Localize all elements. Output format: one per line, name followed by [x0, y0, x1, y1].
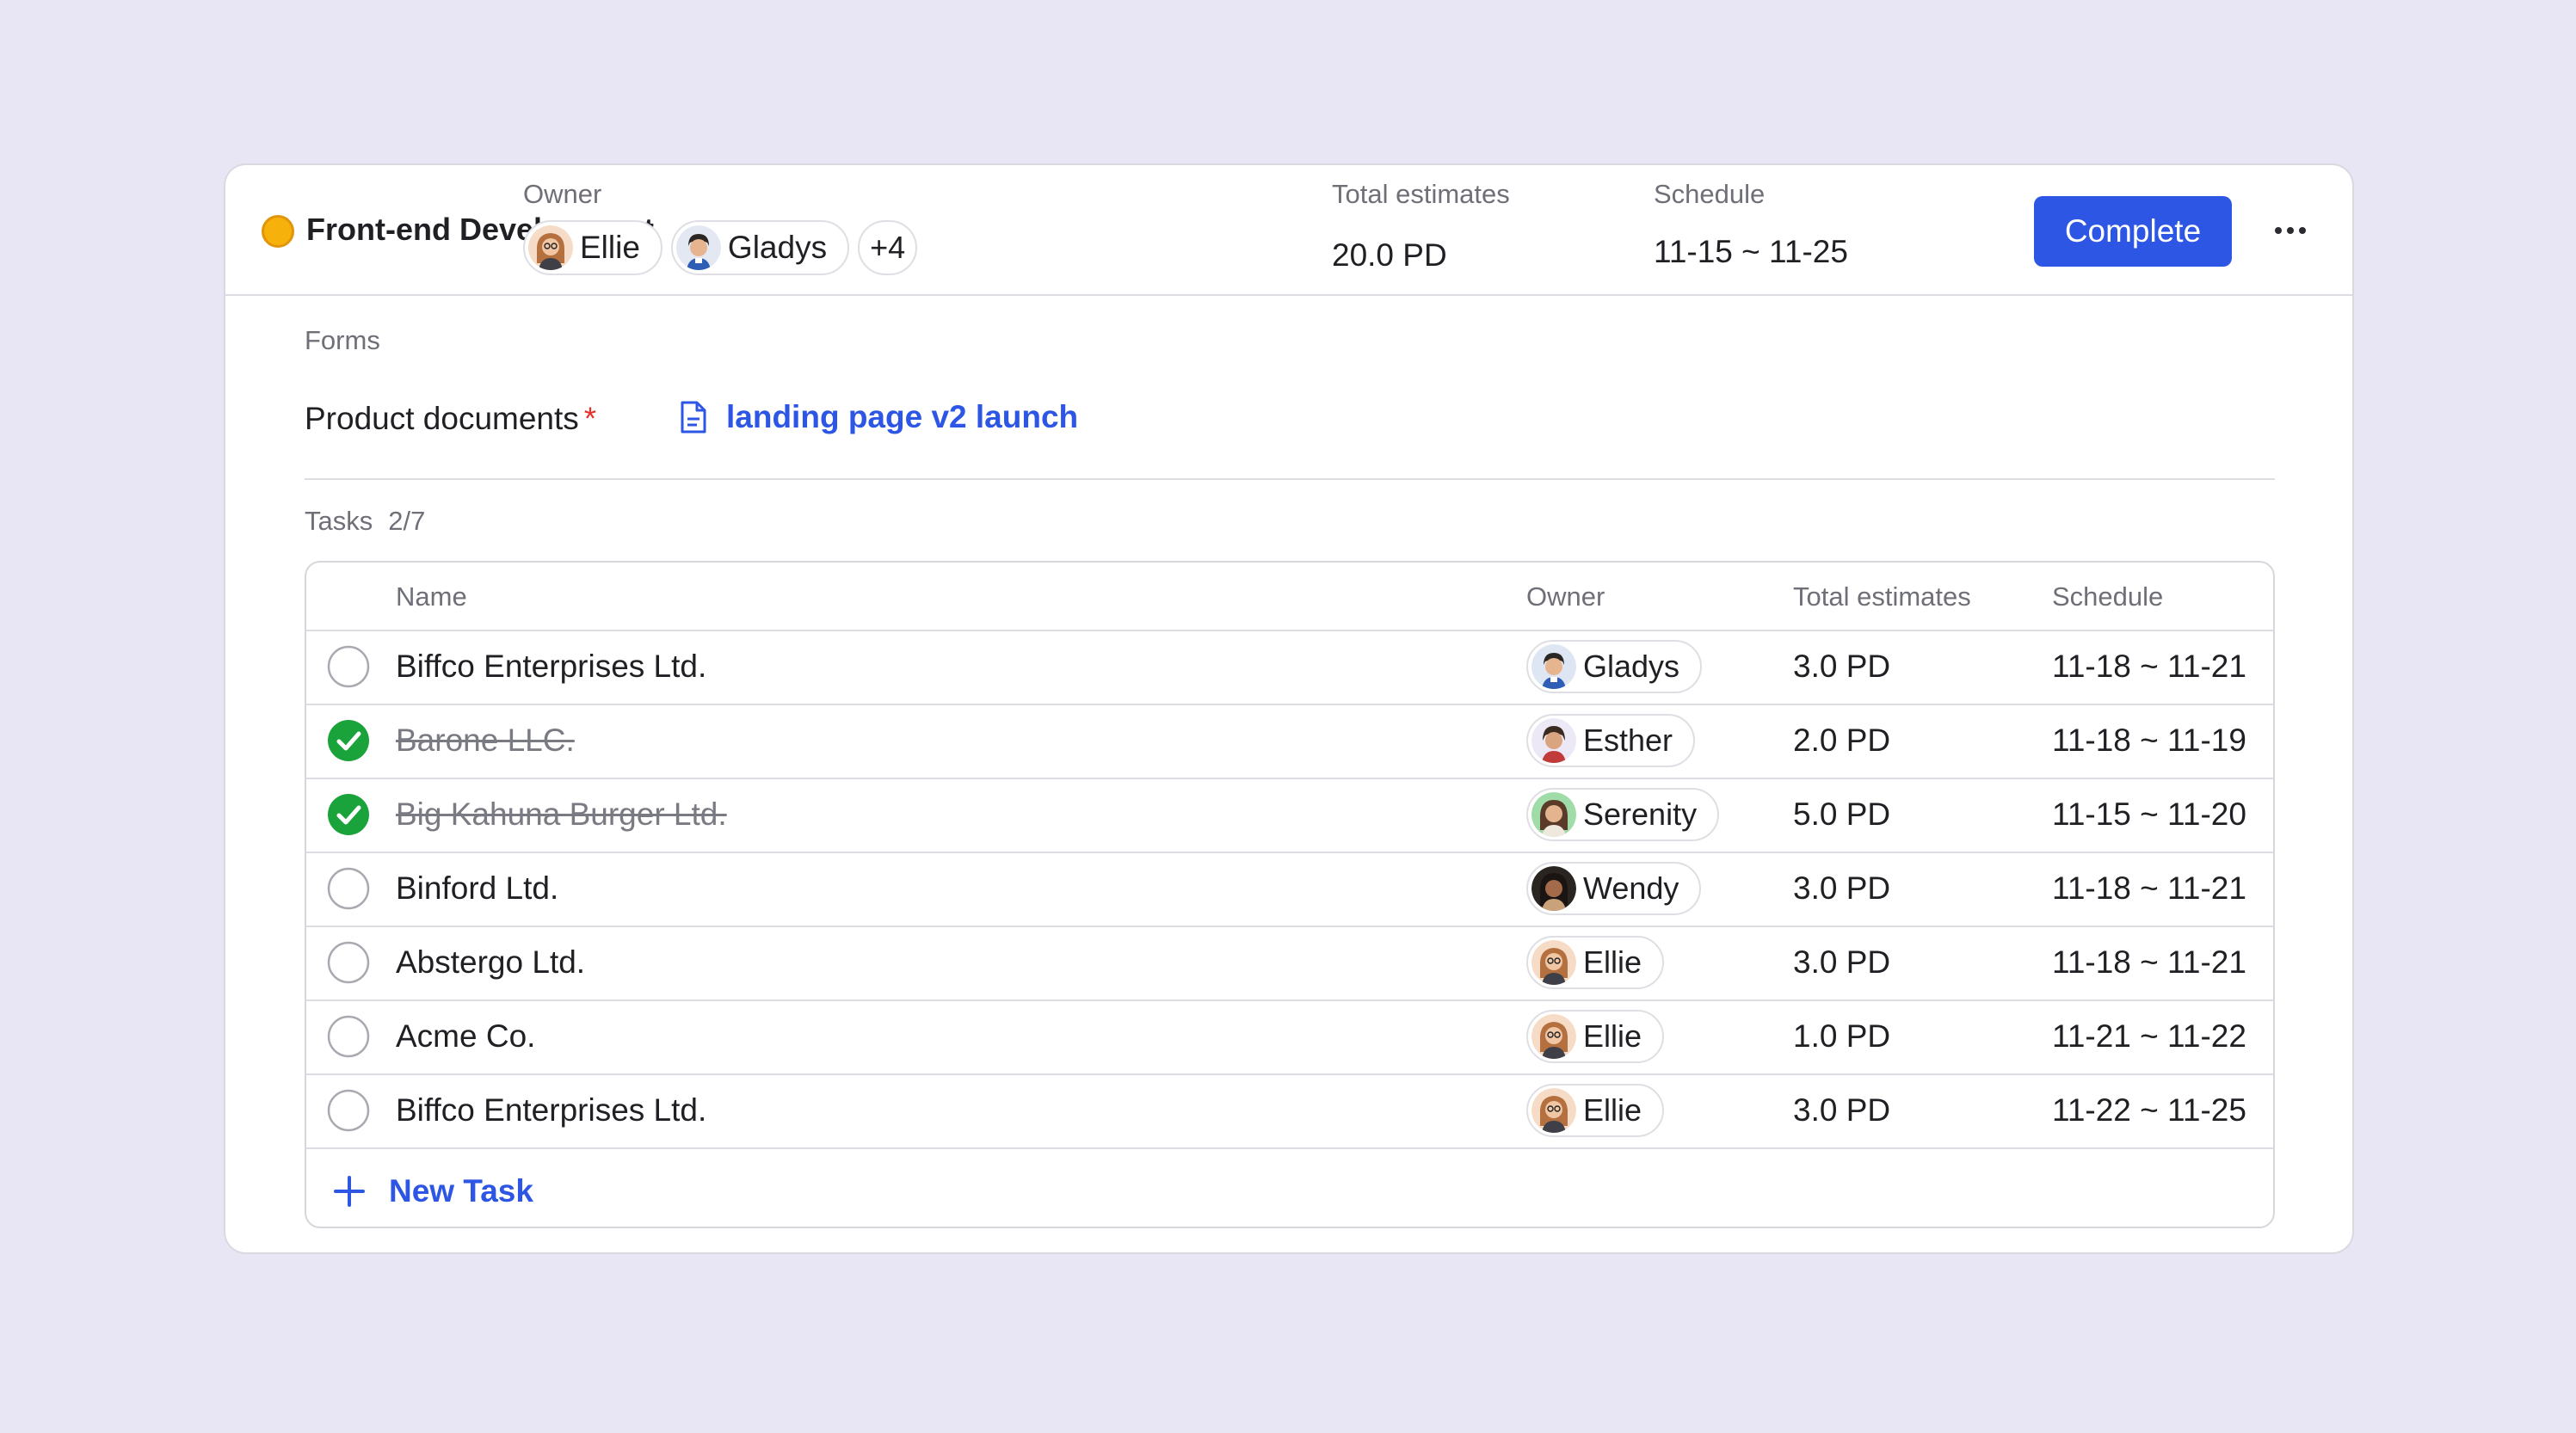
checked-circle-icon[interactable]: [327, 793, 370, 836]
owner-chip[interactable]: Serenity: [1526, 788, 1720, 841]
tasks-table: Name Owner Total estimates Schedule Biff…: [305, 561, 2275, 1228]
column-header-schedule: Schedule: [2052, 581, 2164, 612]
document-icon: [681, 401, 706, 434]
task-name[interactable]: Acme Co.: [396, 1018, 535, 1055]
avatar-ellie: [1531, 940, 1576, 985]
table-row[interactable]: Abstergo Ltd. Ellie 3.0 PD 11-18 ~ 11-21: [306, 927, 2273, 1001]
project-header: Front-end Development Owner Ellie Gladys…: [225, 165, 2352, 296]
owner-chip[interactable]: Ellie: [1526, 936, 1665, 989]
product-documents-label: Product documents *: [305, 401, 597, 436]
avatar-gladys: [675, 225, 721, 270]
more-owners-chip[interactable]: +4: [858, 220, 918, 275]
new-task-label[interactable]: New Task: [389, 1173, 533, 1209]
unchecked-circle-icon[interactable]: [327, 1015, 370, 1058]
estimates-value: 20.0 PD: [1332, 237, 1447, 273]
task-owner[interactable]: Ellie: [1526, 1084, 1665, 1137]
owner-name: Gladys: [727, 230, 828, 265]
task-schedule: 11-18 ~ 11-19: [2052, 723, 2246, 758]
schedule-label: Schedule: [1654, 179, 1766, 209]
owner-name: Gladys: [1583, 649, 1680, 684]
owner-chip-gladys[interactable]: Gladys: [670, 220, 850, 275]
task-owner[interactable]: Wendy: [1526, 862, 1702, 915]
table-row[interactable]: Big Kahuna Burger Ltd. Serenity 5.0 PD 11-1…: [306, 779, 2273, 853]
task-schedule: 11-15 ~ 11-20: [2052, 796, 2246, 832]
table-row[interactable]: Barone LLC. Esther 2.0 PD 11-18 ~ 11-19: [306, 705, 2273, 779]
task-owner[interactable]: Ellie: [1526, 1010, 1665, 1063]
owner-list: Ellie Gladys +4: [523, 220, 918, 275]
owner-name: Wendy: [1583, 870, 1679, 906]
avatar-gladys: [1531, 644, 1576, 689]
unchecked-circle-icon[interactable]: [327, 1089, 370, 1132]
task-schedule: 11-18 ~ 11-21: [2052, 944, 2246, 980]
column-header-estimates: Total estimates: [1793, 581, 1971, 612]
owner-chip[interactable]: Ellie: [1526, 1010, 1665, 1063]
checked-circle-icon[interactable]: [327, 719, 370, 762]
document-link[interactable]: landing page v2 launch: [680, 399, 1078, 435]
unchecked-circle-icon[interactable]: [327, 867, 370, 910]
task-owner[interactable]: Gladys: [1526, 640, 1703, 693]
owner-chip[interactable]: Gladys: [1526, 640, 1703, 693]
task-estimate: 2.0 PD: [1793, 723, 1891, 758]
task-estimate: 3.0 PD: [1793, 649, 1891, 684]
avatar-esther: [1531, 718, 1576, 763]
owner-name: Serenity: [1583, 796, 1698, 832]
task-estimate: 5.0 PD: [1793, 796, 1891, 832]
owner-name: Ellie: [1583, 1092, 1642, 1128]
task-owner[interactable]: Serenity: [1526, 788, 1720, 841]
task-name[interactable]: Biffco Enterprises Ltd.: [396, 649, 706, 685]
owner-chip[interactable]: Wendy: [1526, 862, 1702, 915]
owner-name: Ellie: [1583, 1018, 1642, 1054]
task-name[interactable]: Big Kahuna Burger Ltd.: [396, 796, 727, 833]
status-dot-icon: [262, 215, 294, 248]
unchecked-circle-icon[interactable]: [327, 645, 370, 688]
avatar-serenity: [1531, 792, 1576, 837]
required-mark: *: [583, 401, 597, 436]
more-horizontal-icon[interactable]: [2268, 210, 2313, 251]
task-schedule: 11-22 ~ 11-25: [2052, 1092, 2246, 1128]
avatar-ellie: [1531, 1088, 1576, 1133]
tasks-count: 2/7: [388, 506, 426, 536]
table-row[interactable]: Acme Co. Ellie 1.0 PD 11-21 ~ 11-22: [306, 1001, 2273, 1075]
task-estimate: 1.0 PD: [1793, 1018, 1891, 1054]
complete-button[interactable]: Complete: [2034, 196, 2232, 267]
owner-chip[interactable]: Ellie: [1526, 1084, 1665, 1137]
new-task-button[interactable]: New Task: [306, 1154, 2273, 1227]
task-name[interactable]: Barone LLC.: [396, 723, 575, 759]
schedule-value: 11-15 ~ 11-25: [1654, 234, 1848, 269]
plus-icon: [334, 1176, 365, 1207]
owner-name: Esther: [1583, 723, 1673, 758]
estimates-label: Total estimates: [1332, 179, 1510, 209]
table-row[interactable]: Biffco Enterprises Ltd. Ellie 3.0 PD 11-22 …: [306, 1075, 2273, 1149]
task-owner[interactable]: Esther: [1526, 714, 1696, 767]
owner-label: Owner: [523, 179, 602, 209]
owner-name: Ellie: [1583, 944, 1642, 980]
owner-chip[interactable]: Esther: [1526, 714, 1696, 767]
task-estimate: 3.0 PD: [1793, 1092, 1891, 1128]
task-schedule: 11-21 ~ 11-22: [2052, 1018, 2246, 1054]
table-row[interactable]: Binford Ltd. Wendy 3.0 PD 11-18 ~ 11-21: [306, 853, 2273, 927]
section-divider: [305, 478, 2275, 480]
table-header-row: Name Owner Total estimates Schedule: [306, 563, 2273, 631]
task-estimate: 3.0 PD: [1793, 870, 1891, 906]
task-name[interactable]: Abstergo Ltd.: [396, 944, 585, 981]
avatar-ellie: [1531, 1014, 1576, 1059]
task-schedule: 11-18 ~ 11-21: [2052, 870, 2246, 906]
owner-name: Ellie: [580, 230, 640, 265]
task-estimate: 3.0 PD: [1793, 944, 1891, 980]
column-header-name: Name: [396, 581, 467, 612]
task-name[interactable]: Binford Ltd.: [396, 870, 558, 907]
column-header-owner: Owner: [1526, 581, 1605, 612]
task-name[interactable]: Biffco Enterprises Ltd.: [396, 1092, 706, 1129]
task-owner[interactable]: Ellie: [1526, 936, 1665, 989]
forms-label: Forms: [305, 325, 380, 355]
unchecked-circle-icon[interactable]: [327, 941, 370, 984]
owner-chip-ellie[interactable]: Ellie: [523, 220, 662, 275]
project-card: Front-end Development Owner Ellie Gladys…: [224, 163, 2354, 1254]
task-schedule: 11-18 ~ 11-21: [2052, 649, 2246, 684]
table-row[interactable]: Biffco Enterprises Ltd. Gladys 3.0 PD 11-18…: [306, 631, 2273, 705]
avatar-wendy: [1531, 866, 1576, 911]
document-link-text[interactable]: landing page v2 launch: [726, 399, 1078, 435]
avatar-ellie: [528, 225, 573, 270]
tasks-label: Tasks 2/7: [305, 506, 426, 536]
